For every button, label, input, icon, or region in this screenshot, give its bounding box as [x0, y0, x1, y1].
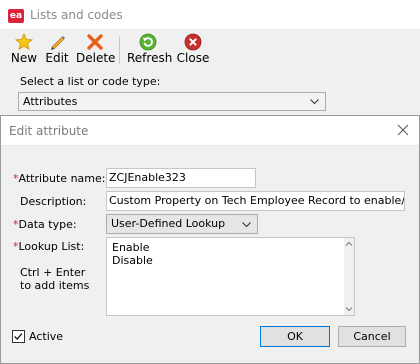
hint-line-2: to add items [20, 279, 90, 292]
data-type-select[interactable]: User-Defined Lookup [106, 214, 258, 234]
scroll-up-icon[interactable] [345, 240, 353, 248]
window-title: Lists and codes [30, 8, 123, 22]
toolbar-separator [119, 36, 120, 64]
ok-button[interactable]: OK [260, 326, 330, 347]
close-circle-icon [184, 33, 202, 51]
attribute-name-value: ZCJEnable323 [109, 171, 186, 184]
description-label: Description: [20, 195, 87, 208]
lookup-list-scrollbar[interactable] [344, 238, 354, 315]
delete-x-icon [87, 34, 103, 50]
data-type-label: *Data type: [13, 218, 77, 231]
scroll-down-icon[interactable] [345, 305, 353, 313]
new-button[interactable]: New [9, 32, 39, 66]
attribute-name-label: *Attribute name: [13, 172, 105, 185]
close-label: Close [176, 51, 210, 65]
description-value: Custom Property on Tech Employee Record … [109, 194, 405, 207]
star-icon [15, 33, 33, 51]
data-type-label-text: Data type: [18, 218, 77, 231]
dialog-close-icon[interactable] [395, 122, 411, 138]
pencil-icon [51, 36, 65, 50]
refresh-icon [139, 33, 157, 51]
checkmark-icon [14, 333, 23, 340]
description-input[interactable]: Custom Property on Tech Employee Record … [106, 191, 405, 211]
list-type-select[interactable]: Attributes [18, 92, 326, 111]
delete-label: Delete [76, 51, 116, 65]
new-label: New [10, 51, 38, 65]
active-checkbox[interactable] [12, 330, 25, 343]
lookup-list-label-text: Lookup List: [18, 240, 85, 253]
active-label: Active [29, 330, 64, 343]
lookup-list-item: Disable [112, 254, 153, 267]
hint-line-1: Ctrl + Enter [20, 266, 86, 279]
lookup-list-item: Enable [112, 241, 150, 254]
toolbar: New Edit Delete Refresh Close [0, 30, 420, 68]
list-type-value: Attributes [23, 95, 78, 108]
dialog-titlebar: Edit attribute [1, 116, 419, 146]
edit-attribute-dialog: Edit attribute *Attribute name: ZCJEnabl… [0, 115, 420, 364]
list-type-label: Select a list or code type: [20, 75, 161, 88]
refresh-label: Refresh [127, 51, 173, 65]
refresh-button[interactable]: Refresh [127, 32, 173, 66]
attribute-name-input[interactable]: ZCJEnable323 [106, 168, 256, 188]
lookup-list-hint: Ctrl + Enter to add items [20, 266, 89, 292]
window-titlebar: ea Lists and codes [0, 0, 420, 30]
attribute-name-label-text: Attribute name: [18, 172, 106, 185]
chevron-down-icon [242, 222, 251, 228]
lookup-list-label: *Lookup List: [13, 240, 84, 253]
cancel-button[interactable]: Cancel [338, 326, 406, 347]
lookup-list-items: Enable Disable [112, 241, 153, 267]
dialog-title: Edit attribute [9, 124, 89, 138]
edit-button[interactable]: Edit [44, 32, 70, 66]
delete-button[interactable]: Delete [76, 32, 116, 66]
lookup-list-textarea[interactable]: Enable Disable [106, 237, 355, 316]
edit-label: Edit [45, 51, 69, 65]
data-type-value: User-Defined Lookup [111, 217, 226, 230]
app-logo: ea [8, 9, 24, 23]
chevron-down-icon [310, 99, 319, 105]
close-button[interactable]: Close [176, 32, 210, 66]
